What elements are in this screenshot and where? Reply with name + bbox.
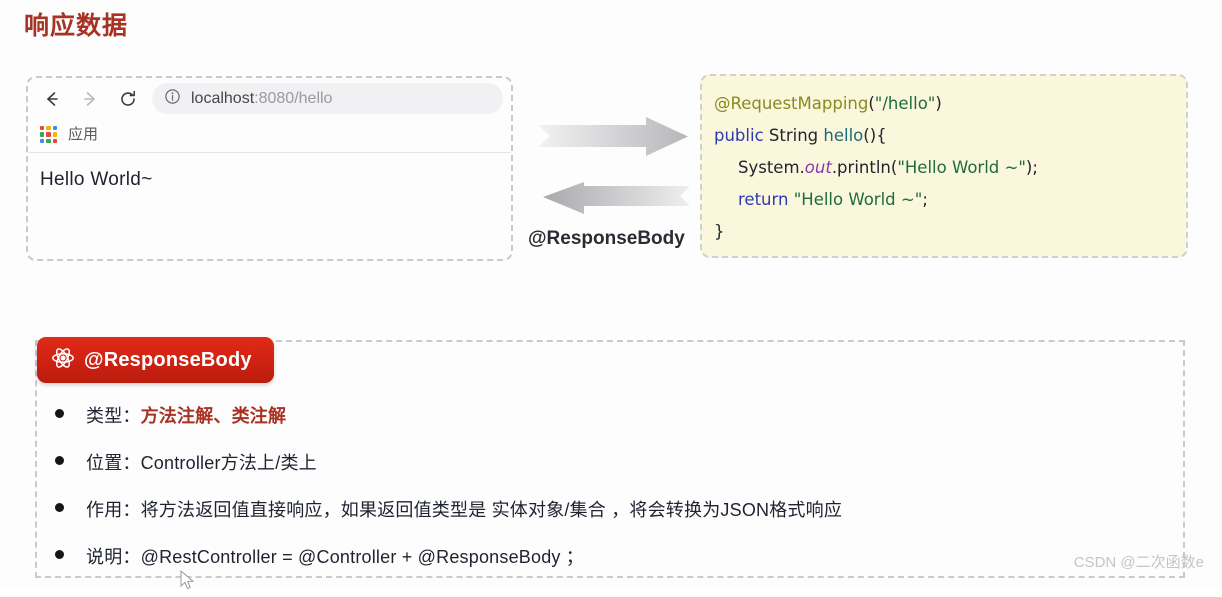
bookmarks-bar: 应用 xyxy=(28,120,511,153)
apps-grid-cell xyxy=(52,132,57,137)
code-token: hello xyxy=(823,126,864,145)
list-item: 作用：将方法返回值直接响应，如果返回值类型是 实体对象/集合 ，将会转换为JSO… xyxy=(55,496,1145,543)
url-text: localhost:8080/hello xyxy=(191,90,332,108)
apps-grid-cell xyxy=(40,132,45,137)
browser-toolbar: localhost:8080/hello xyxy=(28,78,511,120)
atom-icon xyxy=(51,346,75,375)
list-item-text: 说明：@RestController = @Controller + @Resp… xyxy=(86,543,584,569)
list-item-value: Controller方法上/类上 xyxy=(140,453,317,473)
arrows-group: @ResponseBody xyxy=(528,116,698,256)
code-token: ) xyxy=(935,94,942,113)
code-line: @RequestMapping("/hello") xyxy=(714,88,1186,120)
info-circle-icon xyxy=(164,88,181,110)
url-path: :8080/hello xyxy=(254,89,333,107)
url-host: localhost xyxy=(191,89,255,107)
code-token: System. xyxy=(738,158,805,177)
bullet-dot-icon xyxy=(55,409,64,418)
code-token: out xyxy=(804,158,832,177)
code-line: return "Hello World ~"; xyxy=(714,184,1186,216)
back-icon[interactable] xyxy=(40,87,64,111)
status-badge: @ResponseBody xyxy=(37,337,274,383)
list-item-value: 方法注解、类注解 xyxy=(140,406,287,426)
code-panel: @RequestMapping("/hello") public String h… xyxy=(700,74,1188,258)
page-title: 响应数据 xyxy=(24,12,129,40)
list-item-label: 类型： xyxy=(86,406,141,426)
bullet-dot-icon xyxy=(55,550,64,559)
arrow-label: @ResponseBody xyxy=(528,228,685,249)
code-token: @RequestMapping xyxy=(714,94,869,113)
bullet-dot-icon xyxy=(55,456,64,465)
list-item-label: 作用： xyxy=(86,500,141,520)
apps-grid-cell xyxy=(40,126,45,131)
mouse-cursor-icon xyxy=(180,569,196,597)
code-token: ; xyxy=(922,190,928,209)
code-token: ); xyxy=(1025,158,1038,177)
code-token: return xyxy=(738,190,789,209)
watermark: CSDN @二次函数e xyxy=(1073,554,1204,571)
code-token: "Hello World ~" xyxy=(897,158,1026,177)
list-item-label: 位置： xyxy=(86,453,141,473)
apps-grid-cell xyxy=(52,126,57,131)
list-item: 类型：方法注解、类注解 xyxy=(55,402,1145,449)
browser-page-content: Hello World~ xyxy=(40,169,153,190)
url-bar[interactable]: localhost:8080/hello xyxy=(152,83,503,114)
code-line: } xyxy=(714,216,1186,248)
list-item-text: 位置：Controller方法上/类上 xyxy=(86,449,317,475)
code-token: String xyxy=(763,126,824,145)
list-item-text: 作用：将方法返回值直接响应，如果返回值类型是 实体对象/集合 ，将会转换为JSO… xyxy=(86,496,842,522)
code-token: } xyxy=(714,222,725,241)
arrow-left-wide-icon xyxy=(542,181,690,220)
code-token: (){ xyxy=(863,126,887,145)
code-token: public xyxy=(714,126,764,145)
apps-grid-cell xyxy=(40,138,45,143)
forward-icon[interactable] xyxy=(78,87,102,111)
code-token: .println( xyxy=(831,158,898,177)
browser-mock-panel: localhost:8080/hello 应用 Hello World~ xyxy=(26,76,513,261)
code-line: System.out.println("Hello World ~"); xyxy=(714,152,1186,184)
list-item-value: 将方法返回值直接响应，如果返回值类型是 实体对象/集合 ，将会转换为JSON格式… xyxy=(140,500,843,520)
apps-grid-cell xyxy=(46,132,51,137)
code-line: public String hello(){ xyxy=(714,120,1186,152)
reload-icon[interactable] xyxy=(116,87,140,111)
list-item: 位置：Controller方法上/类上 xyxy=(55,449,1145,496)
list-item-text: 类型：方法注解、类注解 xyxy=(86,402,286,428)
apps-grid-cell xyxy=(52,138,57,143)
apps-grid-icon[interactable] xyxy=(40,126,57,143)
apps-grid-cell xyxy=(46,138,51,143)
list-item: 说明：@RestController = @Controller + @Resp… xyxy=(55,543,1145,590)
arrow-right-wide-icon xyxy=(538,116,690,163)
badge-label: @ResponseBody xyxy=(84,348,252,371)
apps-grid-cell xyxy=(46,126,51,131)
bullet-dot-icon xyxy=(55,503,64,512)
code-token: "/hello" xyxy=(874,94,936,113)
code-token: "Hello World ~" xyxy=(793,190,923,209)
apps-label[interactable]: 应用 xyxy=(68,123,98,144)
list-item-label: 说明： xyxy=(86,547,141,567)
list-item-value: @RestController = @Controller + @Respons… xyxy=(140,547,585,567)
bullet-list: 类型：方法注解、类注解位置：Controller方法上/类上作用：将方法返回值直… xyxy=(55,402,1145,590)
